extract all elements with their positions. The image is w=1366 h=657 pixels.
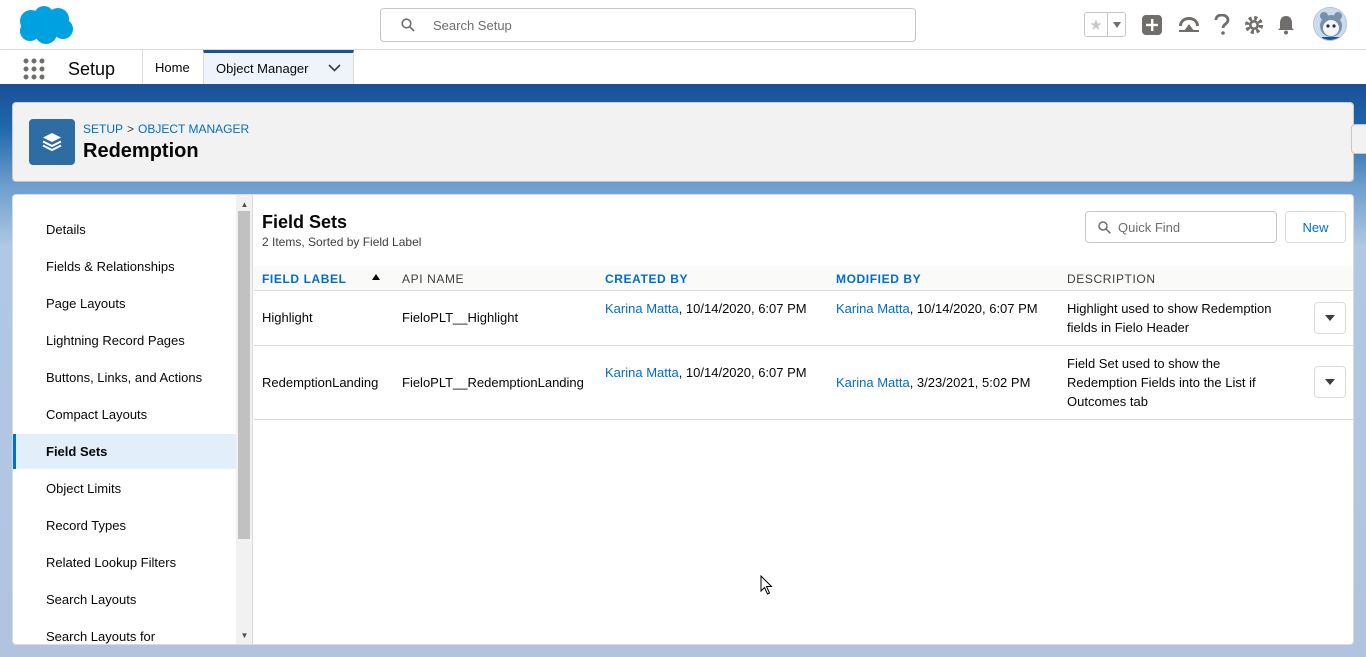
created-by-user-link[interactable]: Karina Matta (605, 365, 679, 380)
field-label-link[interactable]: Highlight (262, 308, 313, 327)
tab-object-manager-label: Object Manager (216, 61, 309, 76)
sidebar-item-buttons-links-actions[interactable]: Buttons, Links, and Actions (13, 360, 236, 395)
notifications-button[interactable] (1274, 13, 1298, 37)
new-button[interactable]: New (1285, 211, 1346, 243)
modified-by-user-link[interactable]: Karina Matta (836, 301, 910, 316)
scroll-thumb[interactable] (238, 211, 250, 539)
table-header: FIELD LABEL API NAME CREATED BY MODIFIED… (254, 266, 1353, 291)
content-title: Field Sets (262, 212, 348, 232)
breadcrumb-separator: > (127, 122, 135, 136)
field-label-link[interactable]: RedemptionLanding (262, 373, 378, 392)
astro-avatar-icon (1314, 8, 1346, 40)
sidebar-item-related-lookup-filters[interactable]: Related Lookup Filters (13, 545, 236, 580)
quick-find-input[interactable] (1118, 218, 1268, 237)
description: Field Set used to show the Redemption Fi… (1067, 356, 1256, 409)
modified-by-date: , 3/23/2021, 5:02 PM (909, 375, 1031, 390)
star-icon[interactable]: ★ (1085, 13, 1107, 36)
search-input[interactable] (433, 15, 893, 35)
created-by: Karina Matta, 10/14/2020, 6:07 PM (605, 363, 815, 382)
api-name: FieloPLT__Highlight (402, 310, 519, 325)
sidebar-item-search-layouts-for[interactable]: Search Layouts for (13, 619, 236, 644)
object-icon (29, 119, 75, 165)
column-api-name: API NAME (402, 271, 465, 286)
favorites-group: ★ (1084, 12, 1126, 37)
row-actions-menu[interactable] (1314, 302, 1346, 334)
main-panel: Details Fields & Relationships Page Layo… (12, 194, 1354, 645)
layers-icon (42, 133, 62, 152)
sort-ascending-icon[interactable] (372, 274, 380, 280)
created-by-user-link[interactable]: Karina Matta (605, 301, 679, 316)
side-panel-handle[interactable] (1351, 124, 1366, 154)
salesforce-cloud-logo[interactable] (16, 5, 74, 45)
breadcrumb: SETUP > OBJECT MANAGER (83, 122, 249, 136)
sidebar-item-details[interactable]: Details (13, 212, 236, 247)
tab-object-manager[interactable]: Object Manager (203, 50, 354, 84)
row-actions-menu[interactable] (1314, 366, 1346, 398)
created-by: Karina Matta, 10/14/2020, 6:07 PM (605, 299, 815, 318)
column-description: DESCRIPTION (1067, 271, 1156, 286)
sidebar-item-page-layouts[interactable]: Page Layouts (13, 286, 236, 321)
gear-icon (1245, 16, 1263, 34)
object-sidebar: Details Fields & Relationships Page Layo… (13, 195, 236, 644)
tab-home-label: Home (155, 59, 190, 75)
setup-search[interactable] (380, 8, 916, 42)
bell-icon (1278, 16, 1294, 35)
app-name: Setup (68, 59, 116, 79)
breadcrumb-object-manager[interactable]: OBJECT MANAGER (138, 122, 249, 136)
user-avatar[interactable] (1313, 7, 1347, 41)
search-icon (1098, 221, 1111, 234)
field-sets-content: Field Sets 2 Items, Sorted by Field Labe… (254, 195, 1353, 644)
chevron-down-icon[interactable] (328, 64, 341, 72)
table-row: RedemptionLanding FieloPLT__RedemptionLa… (254, 346, 1353, 420)
chevron-down-icon (1325, 315, 1335, 321)
content-subtitle: 2 Items, Sorted by Field Label (262, 235, 422, 249)
column-modified-by[interactable]: MODIFIED BY (836, 266, 921, 291)
description: Highlight used to show Redemption fields… (1067, 301, 1272, 335)
search-icon (401, 18, 415, 32)
sidebar-item-search-layouts[interactable]: Search Layouts (13, 582, 236, 617)
modified-by-date: , 10/14/2020, 6:07 PM (909, 301, 1038, 316)
help-button[interactable] (1210, 13, 1234, 37)
column-field-label[interactable]: FIELD LABEL (262, 266, 347, 291)
add-button[interactable] (1140, 13, 1164, 37)
scroll-up-arrow[interactable]: ▲ (236, 197, 253, 211)
breadcrumb-setup[interactable]: SETUP (83, 122, 123, 136)
modified-by-user-link[interactable]: Karina Matta (836, 375, 910, 390)
column-created-by[interactable]: CREATED BY (605, 266, 688, 291)
sidebar-item-lightning-record-pages[interactable]: Lightning Record Pages (13, 323, 236, 358)
sidebar-item-field-sets[interactable]: Field Sets (13, 434, 236, 469)
page-title: Redemption (83, 140, 199, 162)
sidebar-item-fields-relationships[interactable]: Fields & Relationships (13, 249, 236, 284)
favorites-menu-button[interactable] (1107, 13, 1125, 36)
api-name: FieloPLT__RedemptionLanding (402, 375, 584, 390)
created-by-date: , 10/14/2020, 6:07 PM (678, 301, 807, 316)
chevron-down-icon (1325, 379, 1335, 385)
page-header: SETUP > OBJECT MANAGER Redemption (12, 102, 1354, 182)
sidebar-scrollbar[interactable]: ▲ ▼ (236, 195, 253, 644)
sidebar-item-compact-layouts[interactable]: Compact Layouts (13, 397, 236, 432)
setup-gear-button[interactable] (1242, 13, 1266, 37)
context-bar: Setup Home Object Manager (0, 50, 1366, 87)
help-icon (1214, 14, 1230, 35)
trailhead-button[interactable] (1177, 13, 1201, 37)
modified-by: Karina Matta, 10/14/2020, 6:07 PM (836, 299, 1046, 318)
quick-find[interactable] (1085, 211, 1277, 243)
created-by-date: , 10/14/2020, 6:07 PM (678, 365, 807, 380)
tab-home[interactable]: Home (142, 50, 202, 84)
scroll-down-arrow[interactable]: ▼ (236, 628, 253, 642)
global-header: ★ (0, 0, 1366, 50)
mouse-cursor-icon (760, 575, 773, 595)
modified-by: Karina Matta, 3/23/2021, 5:02 PM (836, 373, 1056, 392)
chevron-down-icon (1112, 21, 1121, 28)
app-launcher-icon[interactable] (23, 58, 45, 80)
trailhead-icon (1179, 17, 1199, 32)
add-icon (1142, 15, 1162, 35)
sidebar-item-object-limits[interactable]: Object Limits (13, 471, 236, 506)
sidebar-item-record-types[interactable]: Record Types (13, 508, 236, 543)
table-row: Highlight FieloPLT__Highlight Karina Mat… (254, 291, 1353, 346)
